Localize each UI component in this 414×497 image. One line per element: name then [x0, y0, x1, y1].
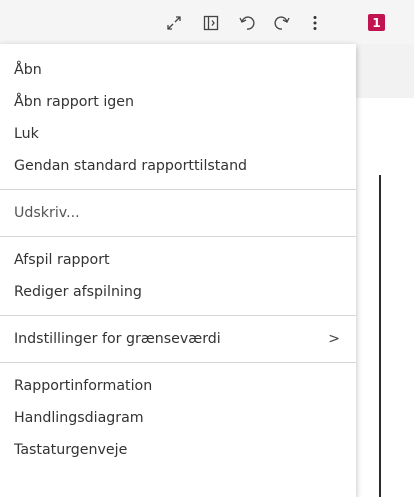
menu-item-label: Indstillinger for grænseværdi: [14, 331, 221, 347]
menu-item-print[interactable]: Udskriv...: [0, 197, 356, 229]
menu-item-close[interactable]: Luk: [0, 118, 356, 150]
menu-item-open[interactable]: Åbn: [0, 54, 356, 86]
expand-icon[interactable]: [164, 13, 184, 33]
menu-separator: [0, 362, 356, 363]
report-menu: Åbn Åbn rapport igen Luk Gendan standard…: [0, 44, 356, 497]
notification-badge[interactable]: 1: [368, 14, 385, 31]
redo-icon[interactable]: [272, 13, 292, 33]
side-panel-icon[interactable]: [201, 13, 221, 33]
more-options-icon[interactable]: [305, 13, 325, 33]
menu-item-play-report[interactable]: Afspil rapport: [0, 244, 356, 276]
menu-separator: [0, 315, 356, 316]
menu-item-report-information[interactable]: Rapportinformation: [0, 370, 356, 402]
menu-item-edit-playback[interactable]: Rediger afspilning: [0, 276, 356, 308]
menu-separator: [0, 236, 356, 237]
menu-separator: [0, 189, 356, 190]
undo-icon[interactable]: [237, 13, 257, 33]
splitter-bar[interactable]: [379, 175, 381, 497]
menu-item-action-diagram[interactable]: Handlingsdiagram: [0, 402, 356, 434]
menu-item-restore-default-state[interactable]: Gendan standard rapporttilstand: [0, 150, 356, 182]
menu-item-threshold-settings[interactable]: Indstillinger for grænseværdi >: [0, 323, 356, 355]
menu-item-reopen-report[interactable]: Åbn rapport igen: [0, 86, 356, 118]
chevron-right-icon: >: [328, 331, 340, 347]
menu-item-keyboard-shortcuts[interactable]: Tastaturgenveje: [0, 434, 356, 466]
